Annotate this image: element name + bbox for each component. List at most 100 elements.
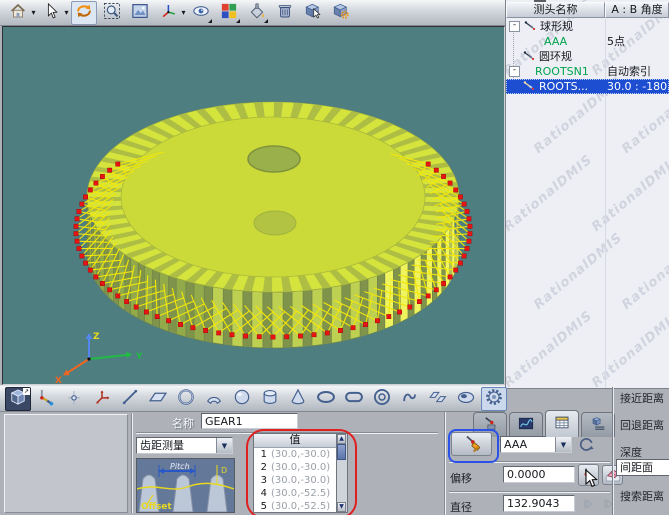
value-row-value: (30.0,-52.5) bbox=[269, 487, 330, 500]
measure-mode-value: 齿距测量 bbox=[137, 438, 216, 453]
value-row-index: 4 bbox=[254, 487, 269, 500]
sphere-button[interactable] bbox=[229, 387, 255, 411]
scroll-down-icon[interactable]: ▼ bbox=[337, 502, 346, 512]
fit-image-icon bbox=[131, 2, 149, 23]
refresh-icon[interactable] bbox=[577, 435, 596, 454]
column-header-ab-angle[interactable]: A : B 角度 bbox=[605, 2, 669, 18]
ellipse-button[interactable] bbox=[313, 387, 339, 411]
cone-button[interactable] bbox=[285, 387, 311, 411]
pointer-button[interactable] bbox=[38, 1, 64, 25]
application-window: ▾ ▾ ▾ ZYX RationalDMISRationalDMISRational… bbox=[0, 0, 669, 515]
cube-view-button[interactable]: ↗ bbox=[5, 387, 31, 411]
tree-row-label: ROOTS... bbox=[539, 79, 588, 94]
probe-hammer-icon bbox=[462, 434, 482, 454]
coordinate-system-icon bbox=[92, 387, 112, 410]
value-list-scrollbar[interactable]: ▲ ▼ bbox=[337, 433, 348, 513]
chevron-down-icon[interactable]: ▼ bbox=[555, 437, 571, 452]
param-box[interactable]: 间距面 bbox=[616, 459, 669, 476]
probe-tree-row[interactable]: - ROOTSN1 自动索引 bbox=[506, 64, 669, 79]
parallel-planes-button[interactable] bbox=[425, 387, 451, 411]
line-button[interactable] bbox=[117, 387, 143, 411]
probe-tree-panel: RationalDMISRationalDMISRationalDMISRati… bbox=[505, 0, 669, 389]
probe-tree-row[interactable]: AAA5点 bbox=[506, 34, 669, 49]
tree-row-angle: 自动索引 bbox=[607, 64, 651, 79]
value-list-row[interactable]: 4(30.0,-52.5) bbox=[254, 487, 336, 500]
probe-select[interactable]: AAA ▼ bbox=[500, 436, 572, 453]
value-row-value: (30.0,-30.0) bbox=[269, 448, 330, 461]
eye-button[interactable] bbox=[188, 1, 214, 25]
scroll-up-icon[interactable]: ▲ bbox=[337, 434, 346, 444]
paint-button[interactable] bbox=[244, 1, 270, 25]
pointer-dropdown-arrow[interactable]: ▾ bbox=[63, 8, 70, 17]
curve-button[interactable] bbox=[397, 387, 423, 411]
point-button[interactable] bbox=[61, 387, 87, 411]
value-row-index: 3 bbox=[254, 474, 269, 487]
point-icon bbox=[64, 387, 84, 410]
fit-image-button[interactable] bbox=[127, 1, 153, 25]
svg-text:Z: Z bbox=[93, 332, 100, 342]
value-list-row[interactable]: 5(30.0,-52.5) bbox=[254, 500, 336, 513]
chevron-down-icon[interactable]: ▼ bbox=[216, 438, 232, 453]
value-list-header[interactable]: 值 bbox=[254, 434, 336, 448]
axes-dropdown-arrow[interactable]: ▾ bbox=[180, 8, 187, 17]
trash-icon bbox=[276, 2, 294, 23]
rotate-button[interactable] bbox=[71, 1, 97, 25]
measure-mode-select[interactable]: 齿距测量 ▼ bbox=[136, 437, 233, 454]
param-label: 搜索距离 bbox=[620, 488, 664, 504]
svg-text:D: D bbox=[221, 466, 227, 475]
report-tab[interactable] bbox=[581, 412, 615, 437]
divider bbox=[449, 491, 610, 492]
torus-icon bbox=[372, 387, 392, 410]
probe-machine-button[interactable] bbox=[33, 387, 59, 411]
plane-button[interactable] bbox=[145, 387, 171, 411]
cylinder-button[interactable] bbox=[257, 387, 283, 411]
axes-button[interactable] bbox=[155, 1, 181, 25]
probe-select-value: AAA bbox=[501, 437, 555, 452]
value-list-row[interactable]: 2(30.0,-30.0) bbox=[254, 461, 336, 474]
palette-button[interactable] bbox=[216, 1, 242, 25]
gear-icon bbox=[484, 387, 504, 410]
svg-text:X: X bbox=[55, 376, 62, 384]
curve-icon bbox=[400, 387, 420, 410]
trash-button[interactable] bbox=[272, 1, 298, 25]
value-list[interactable]: 值 1(30.0,-30.0)2(30.0,-30.0)3(30.0,-30.0… bbox=[253, 433, 337, 513]
probe-tree-row[interactable]: 圆环规 bbox=[506, 49, 669, 64]
circle-button[interactable] bbox=[173, 387, 199, 411]
arc-button[interactable] bbox=[201, 387, 227, 411]
probe-tree-row[interactable]: ROOTS...30.0 : -180... bbox=[506, 79, 669, 94]
probe-build-button[interactable] bbox=[451, 432, 492, 456]
settings-cube-button[interactable] bbox=[328, 1, 354, 25]
tree-expander[interactable]: - bbox=[509, 66, 520, 77]
zoom-region-button[interactable] bbox=[99, 1, 125, 25]
tree-expander[interactable]: - bbox=[509, 21, 520, 32]
viewport-3d[interactable]: ZYX bbox=[2, 26, 505, 385]
report-tab-icon bbox=[588, 415, 608, 435]
coordinate-system-button[interactable] bbox=[89, 387, 115, 411]
tree-row-angle: 5点 bbox=[607, 34, 625, 49]
home-dropdown-arrow[interactable]: ▾ bbox=[30, 8, 37, 17]
pick-cube-button[interactable] bbox=[300, 1, 326, 25]
param-label: 回退距离 bbox=[620, 417, 664, 433]
feature-name-input[interactable] bbox=[201, 413, 298, 429]
line-icon bbox=[120, 387, 140, 410]
parallel-planes-icon bbox=[428, 387, 448, 410]
value-list-row[interactable]: 3(30.0,-30.0) bbox=[254, 474, 336, 487]
scrollbar-thumb[interactable] bbox=[337, 444, 346, 460]
ring-button[interactable] bbox=[453, 387, 479, 411]
value-list-row[interactable]: 1(30.0,-30.0) bbox=[254, 448, 336, 461]
slot-icon bbox=[344, 387, 364, 410]
gear-button[interactable] bbox=[481, 387, 507, 411]
curve-tab[interactable] bbox=[509, 412, 543, 437]
column-header-probe-name[interactable]: 测头名称 bbox=[506, 2, 605, 18]
tree-row-label: ROOTSN1 bbox=[535, 64, 589, 79]
probe-tree-row[interactable]: -球形规 bbox=[506, 19, 669, 34]
table-tab[interactable] bbox=[545, 410, 579, 437]
curve-tab-icon bbox=[516, 415, 536, 435]
offset-input[interactable] bbox=[503, 466, 575, 483]
slot-button[interactable] bbox=[341, 387, 367, 411]
home-button[interactable] bbox=[5, 1, 31, 25]
probe-machine-icon bbox=[36, 387, 56, 410]
torus-button[interactable] bbox=[369, 387, 395, 411]
divider bbox=[131, 413, 132, 513]
diameter-input[interactable] bbox=[503, 495, 575, 512]
